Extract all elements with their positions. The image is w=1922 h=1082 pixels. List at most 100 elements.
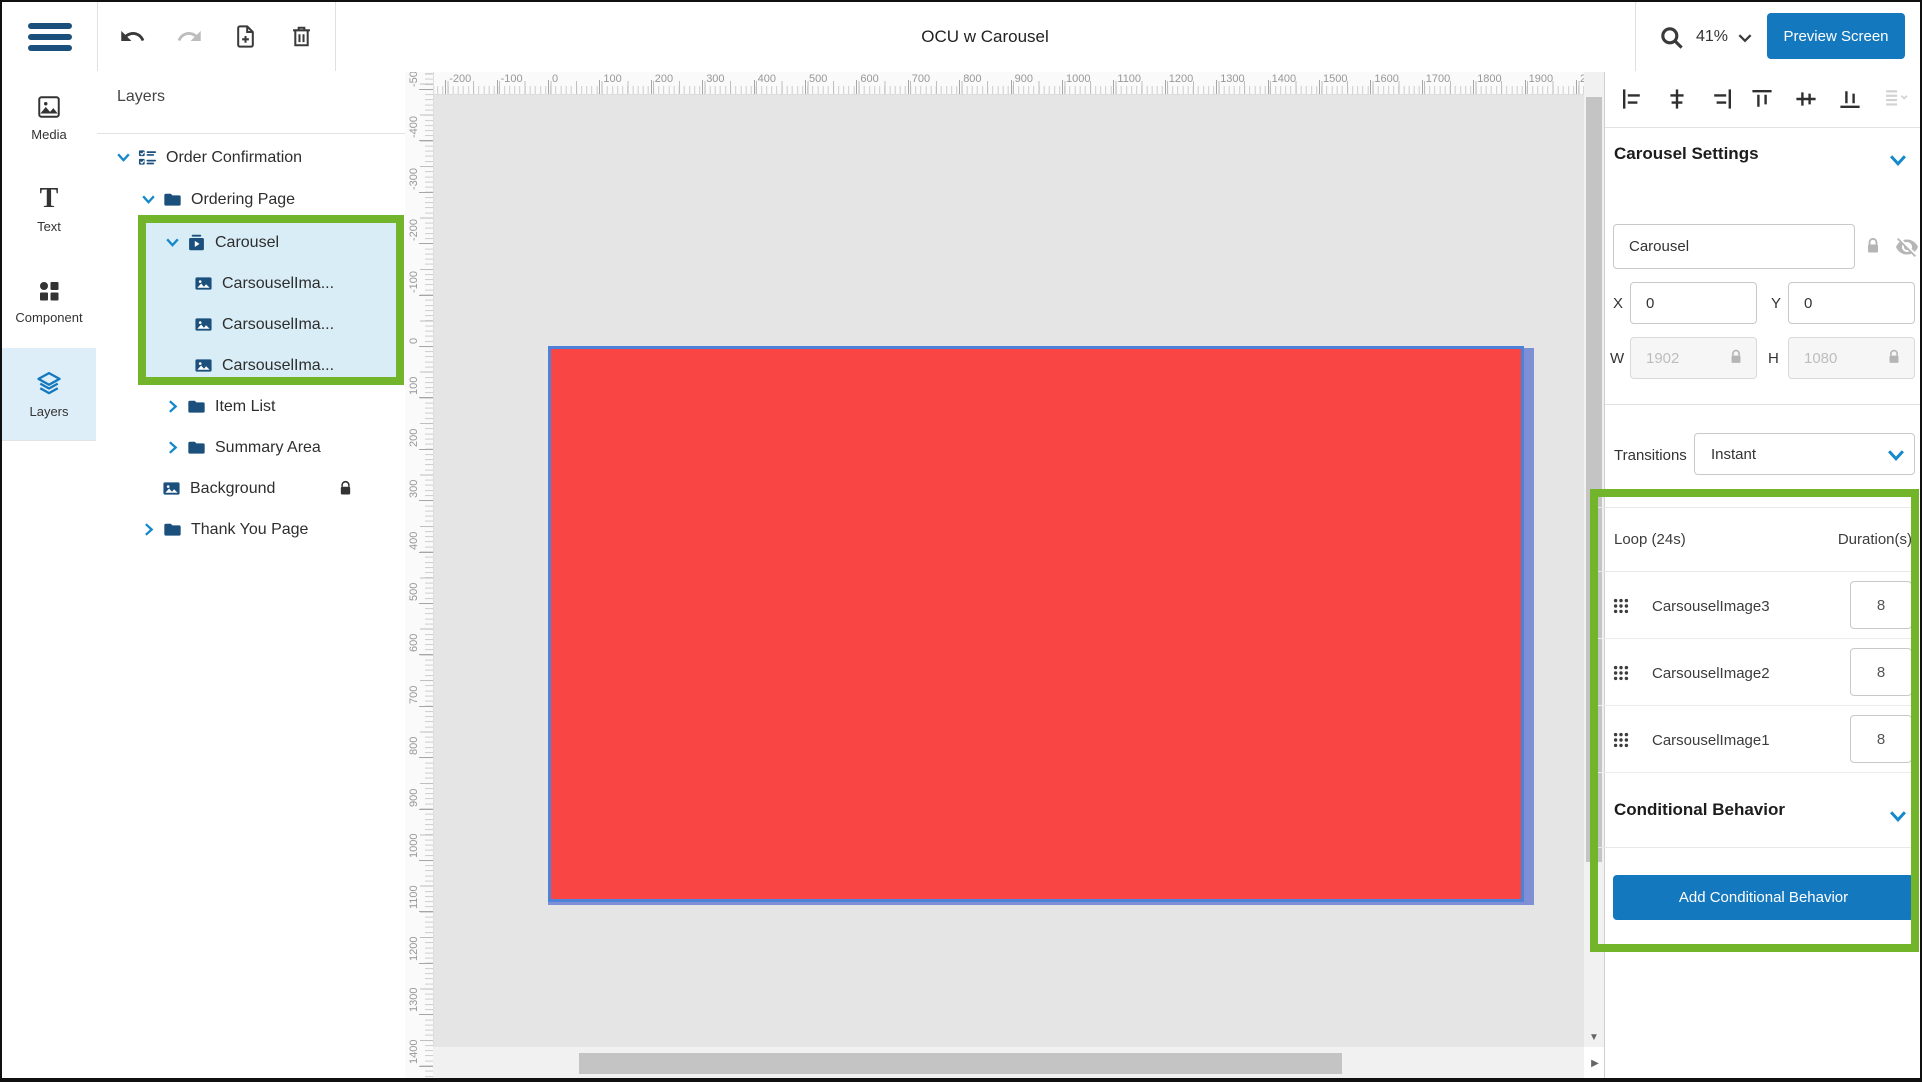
horizontal-scrollbar-thumb[interactable] <box>579 1053 1342 1074</box>
align-bottom-icon[interactable] <box>1838 87 1862 111</box>
distribute-icon[interactable] <box>1884 87 1908 111</box>
undo-icon[interactable] <box>119 23 146 50</box>
folder-icon <box>187 438 206 457</box>
carousel-object-selected[interactable] <box>548 346 1524 902</box>
loop-header: Loop (24s) <box>1614 531 1686 548</box>
ruler-tick <box>419 654 433 655</box>
h-field-label: H <box>1768 350 1779 367</box>
duration-input[interactable] <box>1850 581 1912 629</box>
layer-row-carousel-image[interactable]: CarsouselIma... <box>188 263 334 304</box>
ruler-horizontal: -200-10001002003004005006007008009001000… <box>433 72 1604 95</box>
hamburger-menu-icon[interactable] <box>28 23 72 51</box>
divider <box>1598 571 1911 572</box>
align-left-icon[interactable] <box>1620 87 1644 111</box>
ruler-label: 0 <box>552 73 558 85</box>
ruler-label: 600 <box>408 634 420 652</box>
redo-icon[interactable] <box>176 23 203 50</box>
ruler-label: 1500 <box>1323 73 1347 85</box>
ruler-label: -500 <box>408 72 420 87</box>
ruler-tick <box>1113 80 1114 94</box>
sidebar-item-label: Component <box>15 310 82 325</box>
ruler-label: -100 <box>501 73 523 85</box>
text-icon: T <box>40 186 59 212</box>
divider <box>1598 772 1911 773</box>
align-center-vertical-icon[interactable] <box>1794 87 1818 111</box>
lock-icon[interactable] <box>1727 348 1745 366</box>
chevron-down-icon[interactable] <box>115 149 132 166</box>
ruler-tick <box>419 397 433 398</box>
layer-row-carousel-image[interactable]: CarsouselIma... <box>188 304 334 345</box>
folder-icon <box>163 190 182 209</box>
ruler-label: 400 <box>758 73 776 85</box>
layer-row-background[interactable]: Background <box>162 468 354 509</box>
ruler-label: 100 <box>408 377 420 395</box>
ruler-label: 800 <box>963 73 981 85</box>
folder-icon <box>187 397 206 416</box>
search-icon[interactable] <box>1658 24 1685 51</box>
lock-icon[interactable] <box>1885 348 1903 366</box>
sidebar-item-component[interactable]: Component <box>2 256 96 349</box>
preview-screen-button[interactable]: Preview Screen <box>1767 13 1905 59</box>
select-chevron-down-icon[interactable] <box>1886 445 1906 465</box>
ruler-label: 300 <box>706 73 724 85</box>
lock-icon[interactable] <box>337 480 354 497</box>
app-window: OCU w Carousel 41% Preview Screen Media <box>0 0 1922 1082</box>
drag-handle-icon[interactable] <box>1612 731 1630 749</box>
duration-input[interactable] <box>1850 715 1912 763</box>
transitions-select[interactable]: Instant <box>1694 433 1915 475</box>
ruler-tick <box>419 295 433 296</box>
layer-row-item-list[interactable]: Item List <box>164 386 275 427</box>
align-center-horizontal-icon[interactable] <box>1665 87 1689 111</box>
chevron-down-icon[interactable] <box>140 191 157 208</box>
layer-label: Summary Area <box>215 439 321 457</box>
image-icon <box>194 356 213 375</box>
drag-handle-icon[interactable] <box>1612 664 1630 682</box>
ruler-tick <box>908 80 909 94</box>
zoom-chevron-down-icon[interactable] <box>1736 29 1754 47</box>
carousel-icon <box>187 233 206 252</box>
new-document-icon[interactable] <box>232 23 259 50</box>
sidebar-item-layers[interactable]: Layers <box>2 348 96 441</box>
layer-label: Ordering Page <box>191 191 295 209</box>
layer-row-carousel-image[interactable]: CarsouselIma... <box>188 345 334 386</box>
ruler-tick <box>419 449 433 450</box>
layer-row-thank-you-page[interactable]: Thank You Page <box>140 509 308 550</box>
layer-row-ordering-page[interactable]: Ordering Page <box>140 179 295 220</box>
scroll-down-arrow-icon[interactable]: ▼ <box>1584 1027 1604 1047</box>
chevron-right-icon[interactable] <box>164 398 181 415</box>
transitions-label: Transitions <box>1614 447 1687 464</box>
scroll-right-arrow-icon[interactable]: ▶ <box>1586 1047 1604 1080</box>
chevron-right-icon[interactable] <box>140 521 157 538</box>
collapse-chevron-icon[interactable] <box>1888 806 1908 826</box>
duration-input[interactable] <box>1850 648 1912 696</box>
trash-icon[interactable] <box>288 23 315 50</box>
page-title: OCU w Carousel <box>335 2 1635 71</box>
layer-row-summary-area[interactable]: Summary Area <box>164 427 321 468</box>
x-input[interactable] <box>1630 282 1757 324</box>
add-conditional-behavior-button[interactable]: Add Conditional Behavior <box>1613 875 1914 920</box>
sidebar-item-media[interactable]: Media <box>2 72 96 165</box>
ruler-tick <box>1216 80 1217 94</box>
layer-row-order-confirmation[interactable]: Order Confirmation <box>115 137 302 178</box>
vertical-scrollbar-thumb[interactable] <box>1586 97 1602 862</box>
chevron-right-icon[interactable] <box>164 439 181 456</box>
y-input[interactable] <box>1788 282 1915 324</box>
ruler-tick <box>419 140 433 141</box>
sidebar-item-text[interactable]: T Text <box>2 164 96 257</box>
ruler-label: 1800 <box>1477 73 1501 85</box>
divider <box>1605 127 1922 128</box>
layer-row-carousel[interactable]: Carousel <box>164 222 279 263</box>
collapse-chevron-icon[interactable] <box>1888 150 1908 170</box>
ruler-tick <box>419 243 433 244</box>
divider <box>1598 638 1911 639</box>
chevron-down-icon[interactable] <box>164 234 181 251</box>
layer-name-input[interactable] <box>1613 224 1855 269</box>
align-right-icon[interactable] <box>1710 87 1734 111</box>
media-icon <box>36 94 62 120</box>
zoom-level[interactable]: 41% <box>1696 2 1728 71</box>
align-top-icon[interactable] <box>1750 87 1774 111</box>
drag-handle-icon[interactable] <box>1612 597 1630 615</box>
eye-off-icon[interactable] <box>1895 235 1919 259</box>
ruler-tick <box>445 80 446 94</box>
lock-icon[interactable] <box>1863 236 1883 256</box>
